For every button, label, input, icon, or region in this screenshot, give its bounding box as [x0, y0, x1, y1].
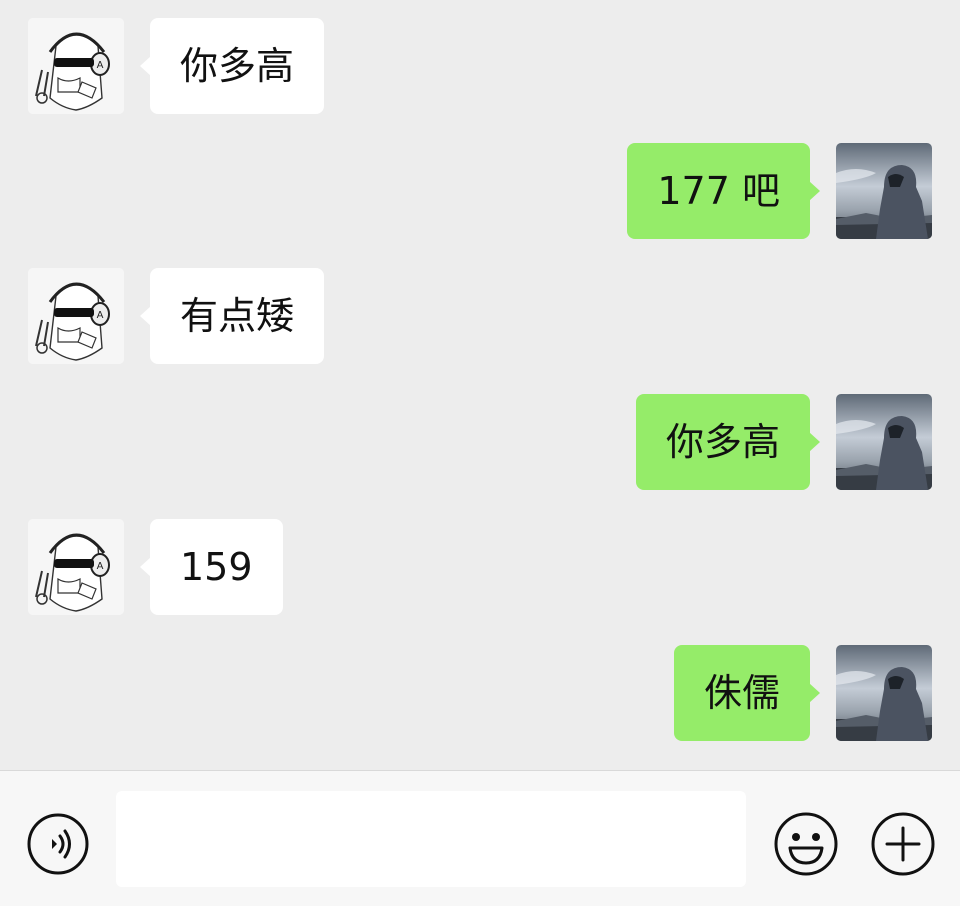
message-row-incoming: 有点矮 — [0, 268, 960, 364]
chat-message-list[interactable]: 你多高 177 吧 有点矮 你多高 159 侏儒 — [0, 0, 960, 770]
avatar-self[interactable] — [836, 143, 932, 239]
message-row-incoming: 159 — [0, 519, 960, 615]
voice-icon — [27, 813, 89, 875]
avatar-contact[interactable] — [28, 519, 124, 615]
message-bubble-incoming[interactable]: 159 — [140, 519, 283, 615]
anime-girl-avatar-icon — [28, 268, 124, 364]
avatar-self[interactable] — [836, 394, 932, 490]
anime-girl-avatar-icon — [28, 519, 124, 615]
avatar-contact[interactable] — [28, 268, 124, 364]
emoji-icon — [774, 812, 838, 876]
anime-girl-avatar-icon — [28, 18, 124, 114]
message-bubble-outgoing[interactable]: 你多高 — [635, 394, 821, 490]
avatar-contact[interactable] — [28, 18, 124, 114]
voice-button[interactable] — [26, 812, 90, 876]
message-row-outgoing: 你多高 — [0, 394, 960, 490]
message-row-outgoing: 177 吧 — [0, 143, 960, 239]
hooded-person-avatar-icon — [836, 143, 932, 239]
message-text-input[interactable] — [116, 791, 746, 887]
message-bubble-outgoing[interactable]: 侏儒 — [673, 645, 821, 741]
hooded-person-avatar-icon — [836, 394, 932, 490]
message-bubble-outgoing[interactable]: 177 吧 — [627, 143, 820, 239]
message-bubble-incoming[interactable]: 有点矮 — [139, 268, 325, 364]
message-row-incoming: 你多高 — [0, 18, 960, 114]
emoji-button[interactable] — [773, 811, 839, 877]
message-row-outgoing: 侏儒 — [0, 645, 960, 741]
plus-icon — [871, 812, 935, 876]
message-bubble-incoming[interactable]: 你多高 — [139, 18, 325, 114]
hooded-person-avatar-icon — [836, 645, 932, 741]
more-options-button[interactable] — [870, 811, 936, 877]
avatar-self[interactable] — [836, 645, 932, 741]
chat-input-bar — [0, 770, 960, 906]
